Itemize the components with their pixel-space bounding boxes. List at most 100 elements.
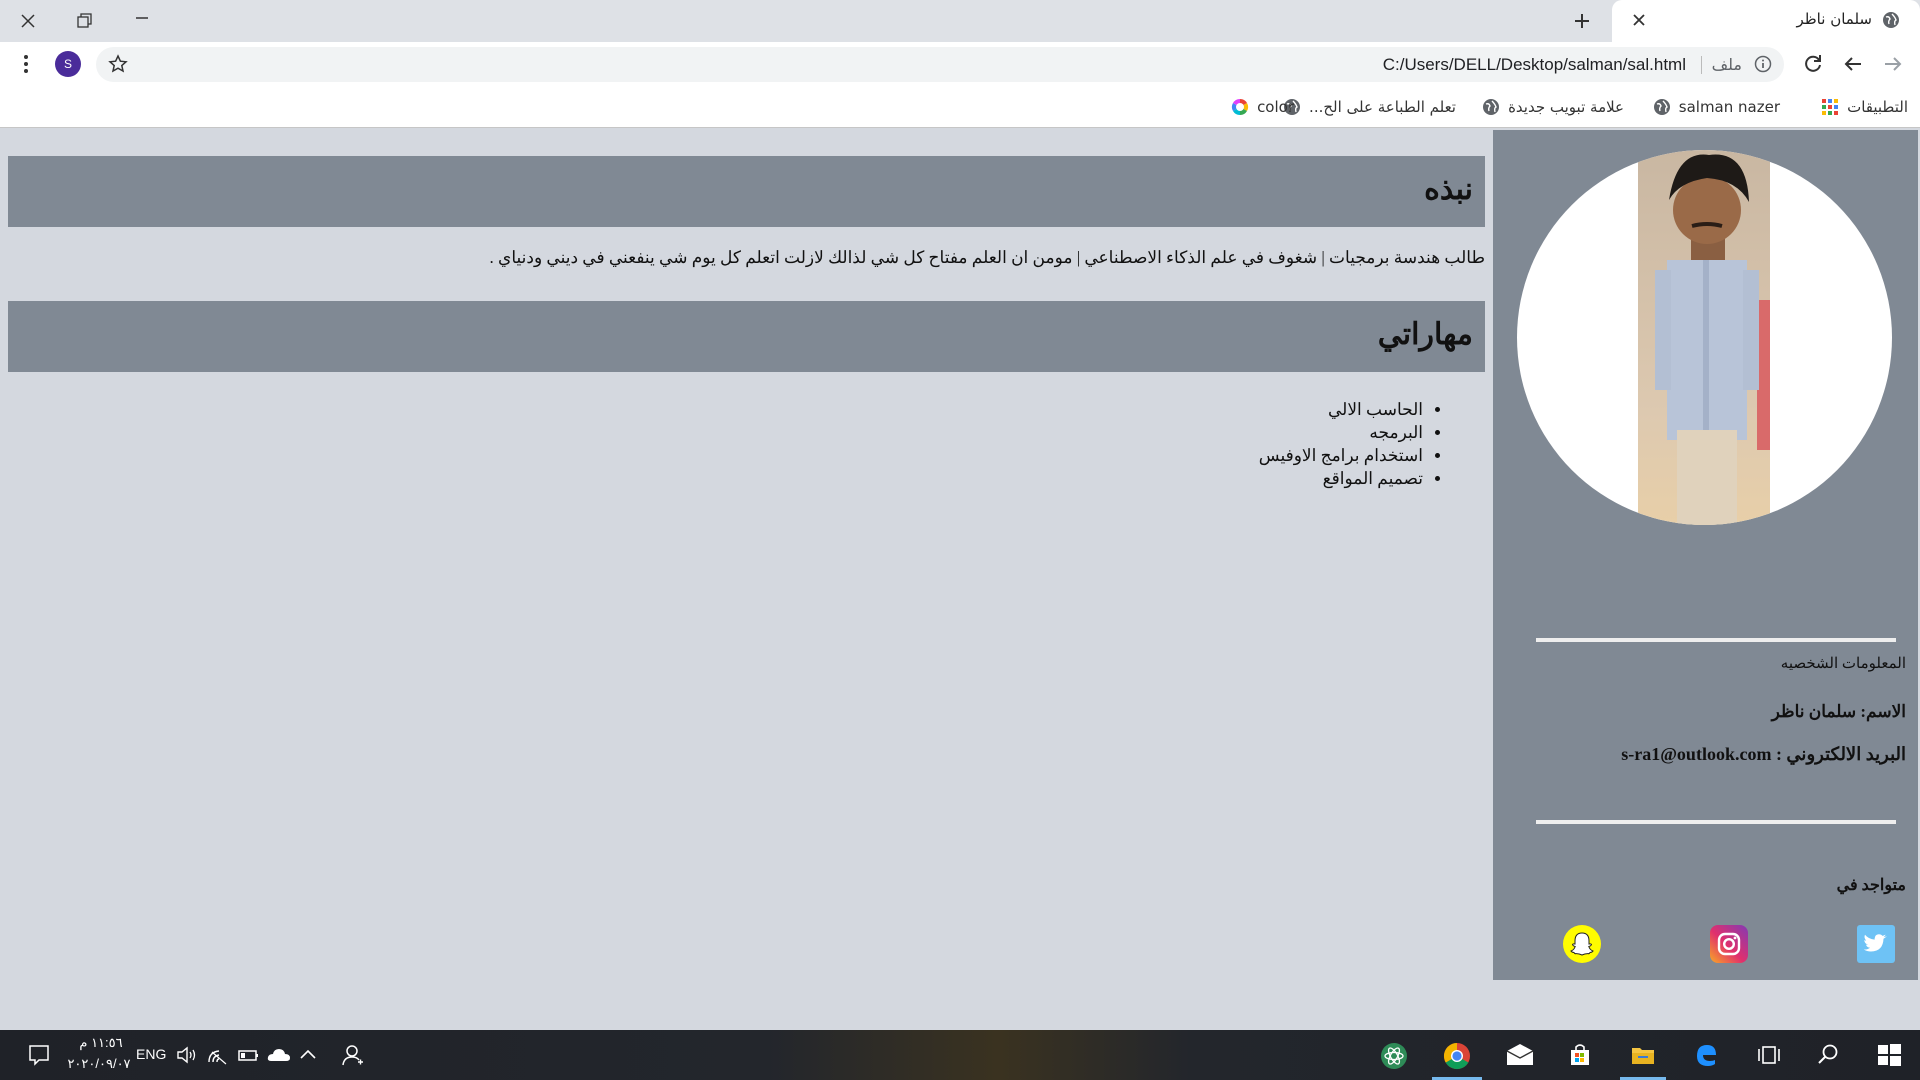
- personal-info-label: المعلومات الشخصيه: [1780, 656, 1906, 672]
- globe-icon: [1653, 99, 1670, 115]
- restore-icon: [77, 13, 92, 28]
- restore-window-button[interactable]: [62, 6, 106, 36]
- forward-button[interactable]: [1880, 51, 1906, 77]
- bookmark-salman-nazer[interactable]: salman nazer: [1653, 95, 1780, 119]
- store-bag-icon: [1571, 1044, 1589, 1065]
- battery-button[interactable]: [236, 1042, 262, 1068]
- active-tab[interactable]: سلمان ناظر: [1612, 0, 1920, 42]
- skill-item: تصميم المواقع: [1259, 467, 1423, 490]
- browser-menu-button[interactable]: [16, 51, 36, 77]
- new-tab-button[interactable]: [1570, 9, 1594, 33]
- reload-button[interactable]: [1800, 51, 1826, 77]
- profile-photo: [1517, 150, 1892, 525]
- chrome-icon: [1443, 1042, 1470, 1070]
- clock-date[interactable]: ٢٠٢٠/٠٩/٠٧: [66, 1056, 132, 1072]
- address-bar[interactable]: ملف C:/Users/DELL/Desktop/salman/sal.htm…: [96, 47, 1784, 82]
- notification-icon: [29, 1045, 49, 1066]
- about-paragraph: طالب هندسة برمجيات | شغوف في علم الذكاء …: [489, 248, 1485, 267]
- bookmark-apps[interactable]: التطبيقات: [1821, 95, 1908, 119]
- close-icon: [1633, 14, 1645, 26]
- file-scheme-label: ملف: [1711, 55, 1742, 74]
- globe-icon: [1483, 99, 1500, 115]
- info-icon: [1754, 55, 1772, 73]
- start-button[interactable]: [1876, 1042, 1902, 1068]
- about-heading: نبذه: [1424, 173, 1473, 206]
- chevron-up-icon: [300, 1049, 316, 1059]
- arrow-forward-icon: [1885, 57, 1902, 71]
- bookmark-label: التطبيقات: [1847, 98, 1908, 116]
- snapchat-icon: [1563, 925, 1601, 963]
- profile-photo-image: [1638, 150, 1770, 525]
- task-view-button[interactable]: [1756, 1042, 1782, 1068]
- people-button[interactable]: [340, 1042, 366, 1068]
- close-tab-button[interactable]: [1630, 11, 1648, 29]
- windows-logo-icon: [1878, 1044, 1901, 1066]
- profile-avatar[interactable]: S: [55, 51, 81, 77]
- bookmark-star-icon[interactable]: [108, 54, 128, 74]
- mail-button[interactable]: [1505, 1042, 1534, 1068]
- bookmark-label: color: [1257, 98, 1294, 116]
- folder-icon: [1632, 1048, 1654, 1064]
- url-separator: [1701, 56, 1702, 74]
- instagram-icon: [1710, 925, 1748, 963]
- more-vert-icon: [24, 55, 28, 73]
- divider: [1536, 820, 1896, 824]
- globe-icon: [1883, 12, 1899, 28]
- network-button[interactable]: [206, 1042, 232, 1068]
- show-hidden-icons-button[interactable]: [298, 1042, 324, 1068]
- profile-sidebar: المعلومات الشخصيه الاسم: سلمان ناظر البر…: [1493, 130, 1918, 980]
- twitter-link[interactable]: [1857, 925, 1895, 963]
- clock-time[interactable]: ١١:٥٦ م: [70, 1035, 132, 1051]
- skill-item: البرمجه: [1259, 421, 1423, 444]
- bookmark-new-tab[interactable]: علامة تبويب جديدة: [1482, 95, 1624, 119]
- page-body: نبذه طالب هندسة برمجيات | شغوف في علم ال…: [0, 128, 1920, 1030]
- snapchat-link[interactable]: [1563, 925, 1601, 963]
- mail-icon: [1506, 1044, 1534, 1065]
- cloud-icon: [267, 1049, 290, 1061]
- onedrive-button[interactable]: [266, 1042, 292, 1068]
- apps-grid-icon: [1822, 99, 1839, 115]
- battery-icon: [238, 1050, 258, 1061]
- bookmarks-bar: التطبيقات salman nazer علامة تبويب جديدة…: [0, 87, 1920, 128]
- app-button[interactable]: [1380, 1042, 1407, 1069]
- close-window-button[interactable]: [6, 6, 50, 36]
- minimize-icon: [136, 17, 148, 19]
- file-explorer-button[interactable]: [1630, 1042, 1656, 1068]
- speaker-icon: [177, 1046, 196, 1064]
- close-icon: [21, 14, 35, 28]
- action-center-button[interactable]: [26, 1042, 52, 1068]
- instagram-link[interactable]: [1710, 925, 1748, 963]
- skill-item: الحاسب الالي: [1259, 398, 1423, 421]
- email-line: البريد الالكتروني : s-ra1@outlook.com: [1621, 744, 1906, 764]
- input-language-indicator[interactable]: ENG: [136, 1046, 166, 1062]
- twitter-icon: [1857, 925, 1895, 963]
- minimize-window-button[interactable]: [120, 6, 164, 36]
- bookmark-typing[interactable]: تعلم الطباعة على الح...: [1283, 95, 1456, 119]
- back-button[interactable]: [1840, 51, 1866, 77]
- volume-button[interactable]: [174, 1042, 200, 1068]
- store-button[interactable]: [1567, 1042, 1593, 1068]
- edge-button[interactable]: [1693, 1042, 1719, 1068]
- browser-toolbar: ملف C:/Users/DELL/Desktop/salman/sal.htm…: [0, 42, 1920, 87]
- url-text[interactable]: C:/Users/DELL/Desktop/salman/sal.html: [1383, 55, 1686, 75]
- search-button[interactable]: [1815, 1042, 1841, 1068]
- bookmark-label: salman nazer: [1678, 98, 1780, 116]
- task-view-icon: [1758, 1046, 1780, 1064]
- skills-list: الحاسب الالي البرمجه استخدام برامج الاوف…: [1259, 398, 1445, 490]
- bookmark-label: علامة تبويب جديدة: [1508, 98, 1624, 116]
- atom-app-icon: [1381, 1043, 1407, 1069]
- bookmark-label: تعلم الطباعة على الح...: [1309, 98, 1456, 116]
- bookmark-color[interactable]: color: [1231, 95, 1294, 119]
- tab-title: سلمان ناظر: [1796, 10, 1872, 28]
- search-icon: [1818, 1044, 1838, 1064]
- skills-heading: مهاراتي: [1377, 318, 1473, 351]
- reload-icon: [1805, 55, 1821, 72]
- arrow-back-icon: [1844, 57, 1861, 71]
- people-icon: [342, 1045, 363, 1066]
- plus-icon: [1575, 14, 1589, 28]
- divider: [1536, 638, 1896, 642]
- chrome-button[interactable]: [1443, 1042, 1470, 1070]
- about-section-header: نبذه: [8, 156, 1485, 227]
- skill-item: استخدام برامج الاوفيس: [1259, 444, 1423, 467]
- windows-taskbar: ENG ١١:٥٦ م ٢٠٢٠/٠٩/٠٧: [0, 1030, 1920, 1080]
